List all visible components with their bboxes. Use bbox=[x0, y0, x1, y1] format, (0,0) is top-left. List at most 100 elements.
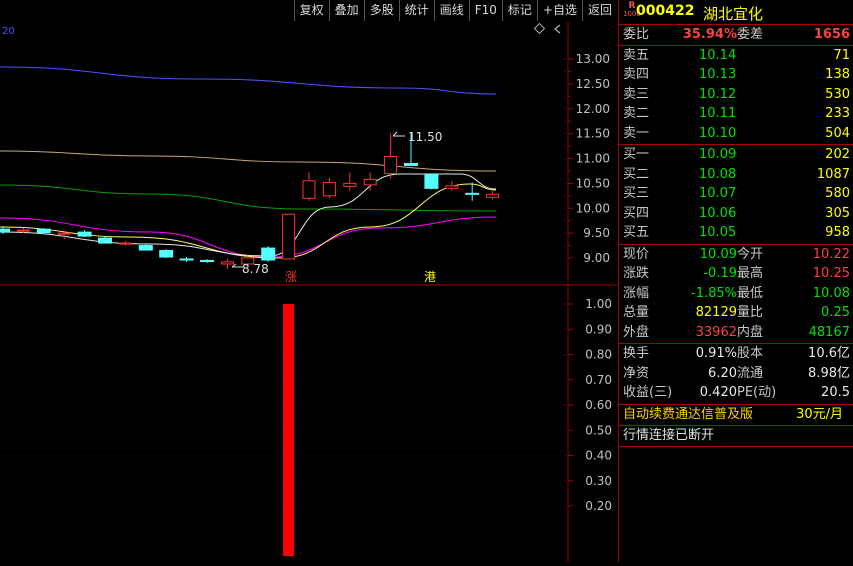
candle bbox=[384, 133, 398, 179]
bid-price: 10.06 bbox=[699, 205, 737, 221]
ask-label: 卖五 bbox=[623, 47, 650, 63]
price-tick-label: 13.00 bbox=[576, 52, 610, 66]
ad-text: 自动续费通达信普及版 bbox=[623, 406, 754, 422]
moving-average-lines bbox=[0, 66, 497, 259]
weibi-row: 委比 35.94% 委差 1656 bbox=[619, 25, 853, 46]
candle-body bbox=[0, 228, 10, 233]
ask-row: 卖二 10.11 233 bbox=[619, 104, 853, 124]
ask-price: 10.13 bbox=[699, 67, 737, 82]
ask-volume: 530 bbox=[825, 86, 850, 102]
candle bbox=[138, 244, 153, 251]
candle bbox=[220, 258, 234, 269]
ask-price: 10.12 bbox=[699, 86, 737, 102]
candle-body bbox=[159, 250, 174, 258]
max-price-label: 11.50 bbox=[408, 130, 442, 144]
fund-row: 收益(三) 0.420 PE(动) 20.5 bbox=[619, 383, 853, 403]
add-favorite-button[interactable]: +自选 bbox=[536, 0, 582, 21]
kline-chart-area[interactable]: 20 13.00 12.50 12.00 11.50 11.00 10.50 10.00 9.… bbox=[0, 22, 617, 562]
candle-body bbox=[220, 261, 234, 265]
candle-body bbox=[465, 192, 480, 195]
price-tick-label: 12.50 bbox=[576, 77, 610, 91]
bid-row: 买四 10.06 305 bbox=[619, 204, 853, 224]
price-tick-label: 9.00 bbox=[583, 251, 610, 265]
ma-line-green bbox=[0, 184, 497, 212]
restore-rights-button[interactable]: 复权 bbox=[293, 0, 329, 21]
mark-button[interactable]: 标记 bbox=[501, 0, 537, 21]
weicha-label: 委差 bbox=[737, 27, 764, 42]
volume-tick-label: 0.20 bbox=[585, 499, 612, 513]
fund-label: 换手 bbox=[623, 346, 650, 361]
draw-line-button[interactable]: 画线 bbox=[433, 0, 469, 21]
fund-value: 6.20 bbox=[708, 365, 737, 381]
candle-body bbox=[282, 213, 296, 260]
bid-price: 10.05 bbox=[699, 225, 737, 240]
bid-book: 买一 10.09 202 买二 10.08 1087 买三 10.07 580 买四 10.06 30… bbox=[619, 145, 853, 245]
ma-line-magenta bbox=[0, 216, 497, 258]
candle-body bbox=[77, 231, 92, 237]
fund-label: 股本 bbox=[737, 346, 764, 361]
candle-body bbox=[486, 193, 500, 198]
hk-connect-marker: 港 bbox=[424, 270, 436, 284]
candle-body bbox=[404, 162, 418, 166]
fund-value: 10.6亿 bbox=[808, 346, 850, 361]
ma-line-yellow bbox=[0, 183, 497, 259]
candle-body bbox=[138, 245, 153, 251]
bid-row: 买三 10.07 580 bbox=[619, 184, 853, 204]
candle bbox=[36, 228, 51, 234]
ask-price: 10.11 bbox=[699, 106, 737, 121]
price-tick-label: 11.50 bbox=[576, 127, 610, 141]
price-axis-labels: 13.00 12.50 12.00 11.50 11.00 10.50 10.00 9.50 9… bbox=[568, 52, 610, 265]
ma-line-white bbox=[0, 173, 497, 257]
bid-label: 买五 bbox=[623, 225, 650, 240]
ask-row: 卖五 10.14 71 bbox=[619, 46, 853, 66]
stat-label: 量比 bbox=[737, 305, 764, 320]
stat-label: 最低 bbox=[737, 285, 764, 301]
statistics-button[interactable]: 统计 bbox=[398, 0, 434, 21]
candle-body bbox=[118, 242, 132, 245]
price-tick-label: 10.50 bbox=[576, 176, 610, 190]
overlay-button[interactable]: 叠加 bbox=[328, 0, 364, 21]
bid-volume: 202 bbox=[825, 147, 850, 162]
stat-value: -0.19 bbox=[703, 266, 737, 281]
bid-price: 10.09 bbox=[699, 147, 737, 162]
diamond-icon[interactable] bbox=[533, 22, 546, 35]
fund-label: 流通 bbox=[737, 365, 764, 381]
stat-row: 现价 10.09 今开 10.22 bbox=[619, 245, 853, 265]
candle-body bbox=[36, 228, 51, 234]
volume-tick-label: 1.00 bbox=[585, 297, 612, 311]
bid-label: 买三 bbox=[623, 186, 650, 201]
candle bbox=[343, 172, 357, 191]
stat-label: 今开 bbox=[737, 246, 764, 262]
subscription-ad[interactable]: 自动续费通达信普及版 30元/月 bbox=[619, 405, 853, 426]
limit-up-marker: 涨 bbox=[285, 269, 297, 284]
ask-row: 卖三 10.12 530 bbox=[619, 85, 853, 105]
fund-row: 换手 0.91% 股本 10.6亿 bbox=[619, 344, 853, 364]
stat-row: 总量 82129 量比 0.25 bbox=[619, 303, 853, 323]
stat-value: 10.09 bbox=[699, 246, 737, 262]
bid-label: 买一 bbox=[623, 147, 650, 162]
fund-label: 收益(三) bbox=[623, 385, 673, 400]
price-tick-label: 9.50 bbox=[583, 226, 610, 240]
ask-label: 卖三 bbox=[623, 86, 650, 102]
toolbar-buttons: 复权 叠加 多股 统计 画线 F10 标记 +自选 返回 bbox=[293, 0, 617, 22]
chevron-left-icon[interactable] bbox=[553, 24, 561, 34]
candle bbox=[179, 257, 194, 262]
bid-price: 10.08 bbox=[699, 166, 737, 182]
volume-tick-label: 0.50 bbox=[585, 423, 612, 437]
candle bbox=[363, 172, 377, 191]
bid-label: 买二 bbox=[623, 166, 650, 182]
weicha-value: 1656 bbox=[813, 27, 850, 42]
stat-value: 0.25 bbox=[821, 305, 850, 320]
stat-label: 现价 bbox=[623, 246, 650, 262]
candle bbox=[302, 172, 316, 201]
volume-tick-label: 0.80 bbox=[585, 348, 612, 362]
back-button[interactable]: 返回 bbox=[581, 0, 617, 21]
kline-chart-svg[interactable]: 20 13.00 12.50 12.00 11.50 11.00 10.50 10.00 9.… bbox=[0, 22, 617, 562]
multi-stock-button[interactable]: 多股 bbox=[363, 0, 399, 21]
bid-row: 买五 10.05 958 bbox=[619, 223, 853, 243]
candle bbox=[261, 246, 276, 262]
price-stats: 现价 10.09 今开 10.22 涨跌 -0.19 最高 10.25 涨幅 -1.85% 最低 10… bbox=[619, 245, 853, 344]
f10-button[interactable]: F10 bbox=[468, 0, 502, 21]
ask-volume: 138 bbox=[825, 67, 850, 82]
ask-volume: 71 bbox=[833, 47, 850, 63]
